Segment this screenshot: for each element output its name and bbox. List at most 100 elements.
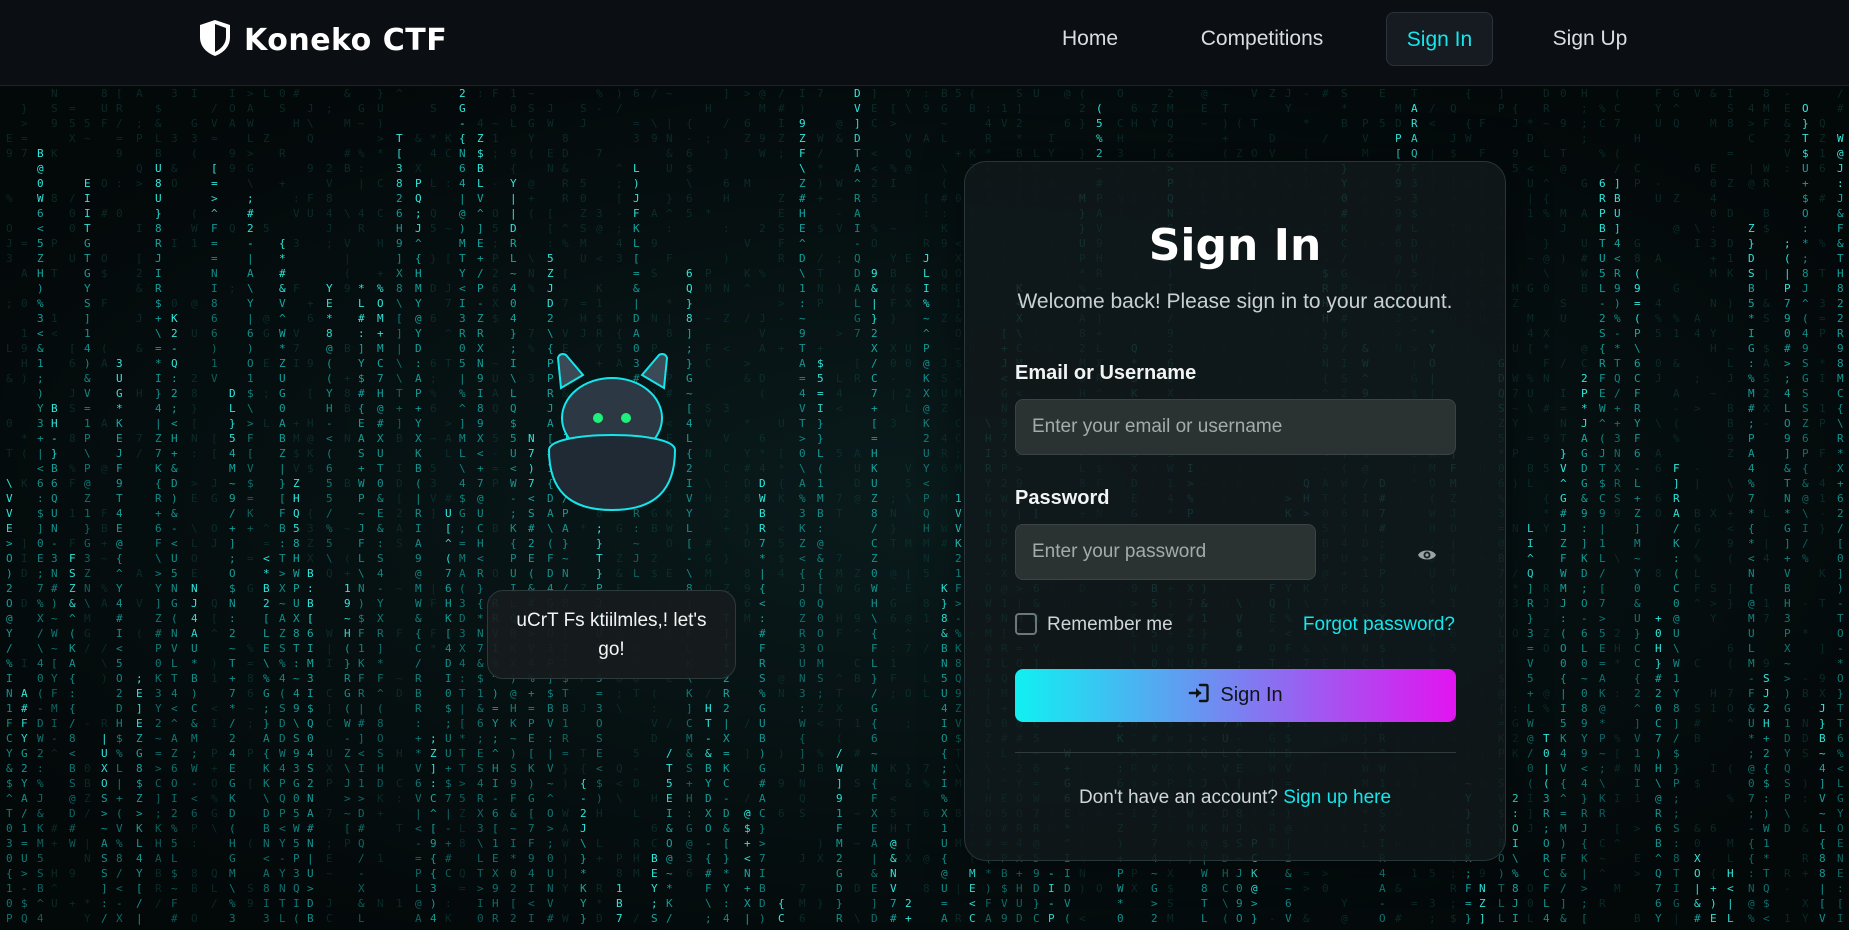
svg-text:]: ] [1837, 567, 1844, 580]
svg-text:2: 2 [1614, 627, 1621, 640]
nav-competitions[interactable]: Competitions [1180, 12, 1344, 66]
svg-text:\: \ [155, 552, 162, 565]
svg-text:M: M [1512, 282, 1519, 295]
navbar: Koneko CTF Home Competitions Sign In Sig… [0, 0, 1849, 86]
sign-in-button[interactable]: Sign In [1015, 669, 1456, 722]
svg-text:[: [ [890, 102, 897, 115]
svg-text:I: I [923, 282, 930, 295]
svg-text:;: ; [326, 837, 333, 850]
svg-text:*: * [279, 252, 286, 265]
svg-text:S: S [396, 537, 403, 550]
password-input[interactable] [1015, 524, 1316, 580]
nav-home[interactable]: Home [1040, 12, 1140, 66]
svg-text:T: T [1819, 597, 1826, 610]
svg-text:P: P [326, 777, 333, 790]
svg-text:(: ( [1614, 147, 1621, 160]
svg-text:1: 1 [492, 132, 499, 145]
svg-text:E: E [666, 567, 673, 580]
svg-text:2: 2 [1784, 132, 1791, 145]
svg-text::: : [1560, 612, 1567, 625]
eye-icon[interactable] [1416, 544, 1438, 566]
svg-text:X: X [492, 867, 499, 880]
svg-text:S: S [377, 747, 384, 760]
svg-text:S: S [1727, 102, 1734, 115]
svg-text:4: 4 [1710, 192, 1717, 205]
svg-text:Y: Y [21, 732, 28, 745]
svg-text:B: B [1763, 207, 1770, 220]
svg-text:I: I [778, 117, 785, 130]
svg-text:O: O [6, 597, 13, 610]
svg-text:0: 0 [799, 597, 806, 610]
svg-text:*: * [744, 417, 751, 430]
svg-text:;: ; [430, 372, 437, 385]
svg-text:5: 5 [633, 747, 640, 760]
svg-text:-: - [21, 882, 28, 895]
svg-text:J: J [633, 552, 640, 565]
svg-text:Z: Z [430, 747, 437, 760]
svg-text:5: 5 [1429, 867, 1436, 880]
svg-text:\: \ [941, 162, 948, 175]
svg-text:-: - [1599, 297, 1606, 310]
svg-text:-: - [854, 237, 861, 250]
svg-text:<: < [510, 462, 517, 475]
svg-text:+: + [415, 732, 422, 745]
svg-text:S: S [37, 867, 44, 880]
svg-text:Q: Q [1614, 372, 1621, 385]
svg-text:A: A [21, 267, 28, 280]
svg-text:/: / [21, 807, 28, 820]
svg-text:K: K [969, 147, 976, 160]
svg-text:V: V [1285, 912, 1292, 925]
svg-text:2: 2 [1599, 312, 1606, 325]
svg-text:N: N [307, 837, 314, 850]
svg-text:/: / [69, 717, 76, 730]
svg-text:3: 3 [686, 852, 693, 865]
svg-text:I: I [528, 882, 535, 895]
svg-text:;: ; [705, 912, 712, 925]
svg-text:0: 0 [279, 402, 286, 415]
svg-text:+: + [723, 522, 730, 535]
svg-text:S: S [1802, 357, 1809, 370]
svg-text:C: C [1222, 882, 1229, 895]
svg-text:9: 9 [116, 477, 123, 490]
email-input[interactable] [1015, 399, 1456, 455]
forgot-password-link[interactable]: Forgot password? [1303, 614, 1455, 636]
svg-text:Q: Q [1784, 762, 1791, 775]
remember-me-checkbox[interactable] [1015, 613, 1037, 635]
sign-up-link[interactable]: Sign up here [1283, 787, 1391, 808]
svg-text:1: 1 [1727, 252, 1734, 265]
svg-text:K: K [871, 462, 878, 475]
svg-text:): ) [492, 687, 499, 700]
svg-text:+: + [445, 762, 452, 775]
svg-text:9: 9 [799, 117, 806, 130]
svg-text:~: ~ [1285, 882, 1292, 895]
nav-sign-up[interactable]: Sign Up [1535, 12, 1645, 66]
svg-text:L: L [1498, 912, 1505, 925]
nav-sign-in[interactable]: Sign In [1386, 12, 1493, 66]
svg-text:G: G [528, 792, 535, 805]
svg-text:(: ( [1096, 102, 1103, 115]
svg-text:K: K [666, 897, 673, 910]
svg-text:Z: Z [84, 492, 91, 505]
svg-text:}: } [191, 402, 198, 415]
svg-text:B: B [307, 912, 314, 925]
svg-text:|: | [723, 717, 730, 730]
svg-text:{: { [1465, 117, 1472, 130]
svg-text:{: { [477, 597, 484, 610]
email-label: Email or Username [1015, 362, 1196, 385]
svg-text:8: 8 [326, 327, 333, 340]
svg-text:#: # [941, 192, 948, 205]
svg-text:-: - [1048, 867, 1055, 880]
svg-text:R: R [1802, 852, 1809, 865]
svg-text:Y: Y [116, 582, 123, 595]
svg-text:5: 5 [1379, 117, 1386, 130]
svg-text:{: { [116, 552, 123, 565]
svg-text:N: N [651, 312, 658, 325]
svg-text:%: % [279, 657, 286, 670]
svg-text::: : [723, 492, 730, 505]
svg-text:L: L [430, 177, 437, 190]
svg-text:O: O [705, 822, 712, 835]
svg-text:#: # [854, 747, 861, 760]
svg-text:G: G [1673, 87, 1680, 100]
svg-text:5: 5 [905, 477, 912, 490]
svg-text:|: | [247, 252, 254, 265]
